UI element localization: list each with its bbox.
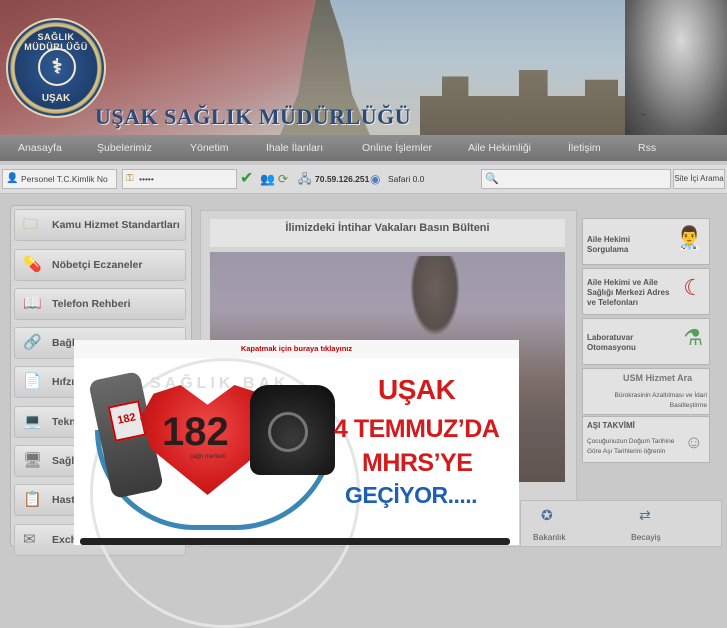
site-search-button[interactable]: Site İçi Arama [673, 169, 725, 189]
popup-headline-date: 4 TEMMUZ’DA [334, 415, 500, 443]
nav-online-islemler[interactable]: Online İşlemler [362, 142, 432, 154]
news-figure-image [410, 256, 460, 336]
sidebar-item-label: Kamu Hizmet Standartları [52, 219, 180, 231]
sidebar-item-label: Telefon Rehberi [52, 298, 131, 310]
nav-subelerimiz[interactable]: Şubelerimiz [97, 142, 152, 154]
user-icon: 👤 [6, 173, 19, 184]
users-icon[interactable]: 👥 [260, 169, 275, 189]
baby-icon: ☺ [684, 432, 703, 452]
ministry-emblem-icon: ✪ [541, 507, 553, 523]
ruins-image [420, 70, 640, 135]
popup-headline-mhrs: MHRS’YE [362, 449, 473, 477]
right-box-label: USM Hizmet Ara [623, 373, 693, 383]
asi-takvimi-link[interactable]: AŞI TAKVİMİ Çocuğunuzun Doğum Tarihine G… [582, 416, 710, 463]
red-crescent-icon: ☾ [683, 275, 703, 300]
search-input[interactable]: 🔍 [481, 169, 671, 189]
login-check-icon[interactable]: ✔ [240, 169, 253, 189]
search-icon: 🔍 [485, 173, 499, 185]
ip-address: 70.59.126.251 [315, 174, 370, 184]
nav-aile-hekimligi[interactable]: Aile Hekimliği [468, 142, 531, 154]
mail-icon: ✉ [23, 531, 36, 548]
refresh-icon[interactable]: ⟳ [278, 169, 288, 189]
pill-icon: 💊 [23, 256, 42, 273]
nav-yonetim[interactable]: Yönetim [190, 142, 229, 154]
link-icon: 🔗 [23, 334, 42, 351]
doctor-icon: 👨‍⚕ [675, 225, 703, 250]
sidebar-item-telefon-rehberi[interactable]: 📖 Telefon Rehberi [14, 288, 186, 320]
right-box-sub: Çocuğunuzun Doğum Tarihine Göre Aşı Tari… [587, 438, 675, 455]
password-input[interactable]: ⚿ ••••• [122, 169, 237, 189]
sidebar-item-label: Nöbetçi Eczaneler [52, 259, 143, 271]
tc-kimlik-input[interactable]: 👤 Personel T.C.Kimlik No [2, 169, 117, 189]
bakanlik-link[interactable]: Bakanlık [533, 532, 566, 542]
nav-anasayfa[interactable]: Anasayfa [18, 142, 62, 154]
folder-icon: 🗀 [23, 216, 39, 233]
document-icon: 📄 [23, 373, 42, 390]
nav-rss[interactable]: Rss [638, 142, 656, 154]
caduceus-icon: ⚕ [38, 48, 76, 86]
popup-close-link[interactable]: Kapatmak için buraya tıklayınız [74, 340, 519, 358]
logo-bottom-text: UŞAK [41, 93, 71, 104]
tc-kimlik-placeholder: Personel T.C.Kimlik No [21, 174, 108, 184]
news-title[interactable]: İlimizdeki İntihar Vakaları Basın Bülten… [210, 219, 565, 247]
lab-flask-icon: ⚗ [683, 325, 703, 350]
nav-iletisim[interactable]: İletişim [568, 142, 601, 154]
login-bar: 👤 Personel T.C.Kimlik No ⚿ ••••• ✔ 👥 ⟳ 🖧… [0, 165, 727, 194]
bottom-links: ✪ Bakanlık ⇄ Becayiş [520, 500, 722, 547]
usm-hizmet-ara-link[interactable]: USM Hizmet Ara Bürokrasinin Azaltılması … [582, 368, 710, 415]
popup-headline-city: UŞAK [378, 374, 456, 405]
becayis-link[interactable]: Becayiş [631, 532, 661, 542]
aile-hekimi-sorgulama-link[interactable]: Aile Hekimi Sorgulama 👨‍⚕ [582, 218, 710, 265]
right-box-sub: Bürokrasinin Azaltılması ve İdari Basitl… [614, 392, 707, 409]
exchange-icon: ⇄ [639, 507, 651, 523]
monitor-icon: 🖥 [23, 452, 43, 469]
ministry-logo[interactable]: SAĞLIK MÜDÜRLÜĞÜ ⚕ UŞAK [6, 18, 106, 118]
right-box-label: Laboratuvar Otomasyonu [587, 333, 636, 352]
browser-name: Safari 0.0 [388, 174, 425, 184]
right-box-label: AŞI TAKVİMİ [587, 421, 635, 430]
sidebar-item-nobetci-eczaneler[interactable]: 💊 Nöbetçi Eczaneler [14, 249, 186, 281]
laboratuvar-otomasyonu-link[interactable]: Laboratuvar Otomasyonu ⚗ [582, 318, 710, 365]
heart-subtitle: çağrı merkezi [190, 454, 227, 460]
signature-image: ~ [640, 110, 646, 121]
book-icon: 📖 [23, 295, 42, 312]
popup-bottom-bar [80, 538, 510, 545]
password-mask: ••••• [139, 174, 154, 184]
right-box-label: Aile Hekimi Sorgulama [587, 235, 631, 254]
main-nav: Anasayfa Şubelerimiz Yönetim Ihale İlanl… [0, 135, 727, 161]
network-icon: 🖧 [298, 172, 312, 186]
right-box-label: Aile Hekimi ve Aile Sağlığı Merkezi Adre… [587, 278, 670, 307]
nav-ihale-ilanlari[interactable]: Ihale İlanları [266, 142, 323, 154]
browser-icon: ◉ [370, 172, 381, 186]
heart-number: 182 [162, 410, 229, 454]
sidebar-item-kamu-hizmet[interactable]: 🗀 Kamu Hizmet Standartları [14, 209, 186, 241]
computer-icon: 💻 [23, 413, 42, 430]
site-title: UŞAK SAĞLIK MÜDÜRLÜĞÜ [95, 104, 412, 129]
popup-headline-moving: GEÇİYOR..... [345, 482, 478, 508]
phone-dial-icon [268, 412, 308, 452]
key-icon: ⚿ [126, 173, 134, 184]
clipboard-icon: 📋 [23, 491, 42, 508]
aile-hekimi-adres-link[interactable]: Aile Hekimi ve Aile Sağlığı Merkezi Adre… [582, 268, 710, 315]
